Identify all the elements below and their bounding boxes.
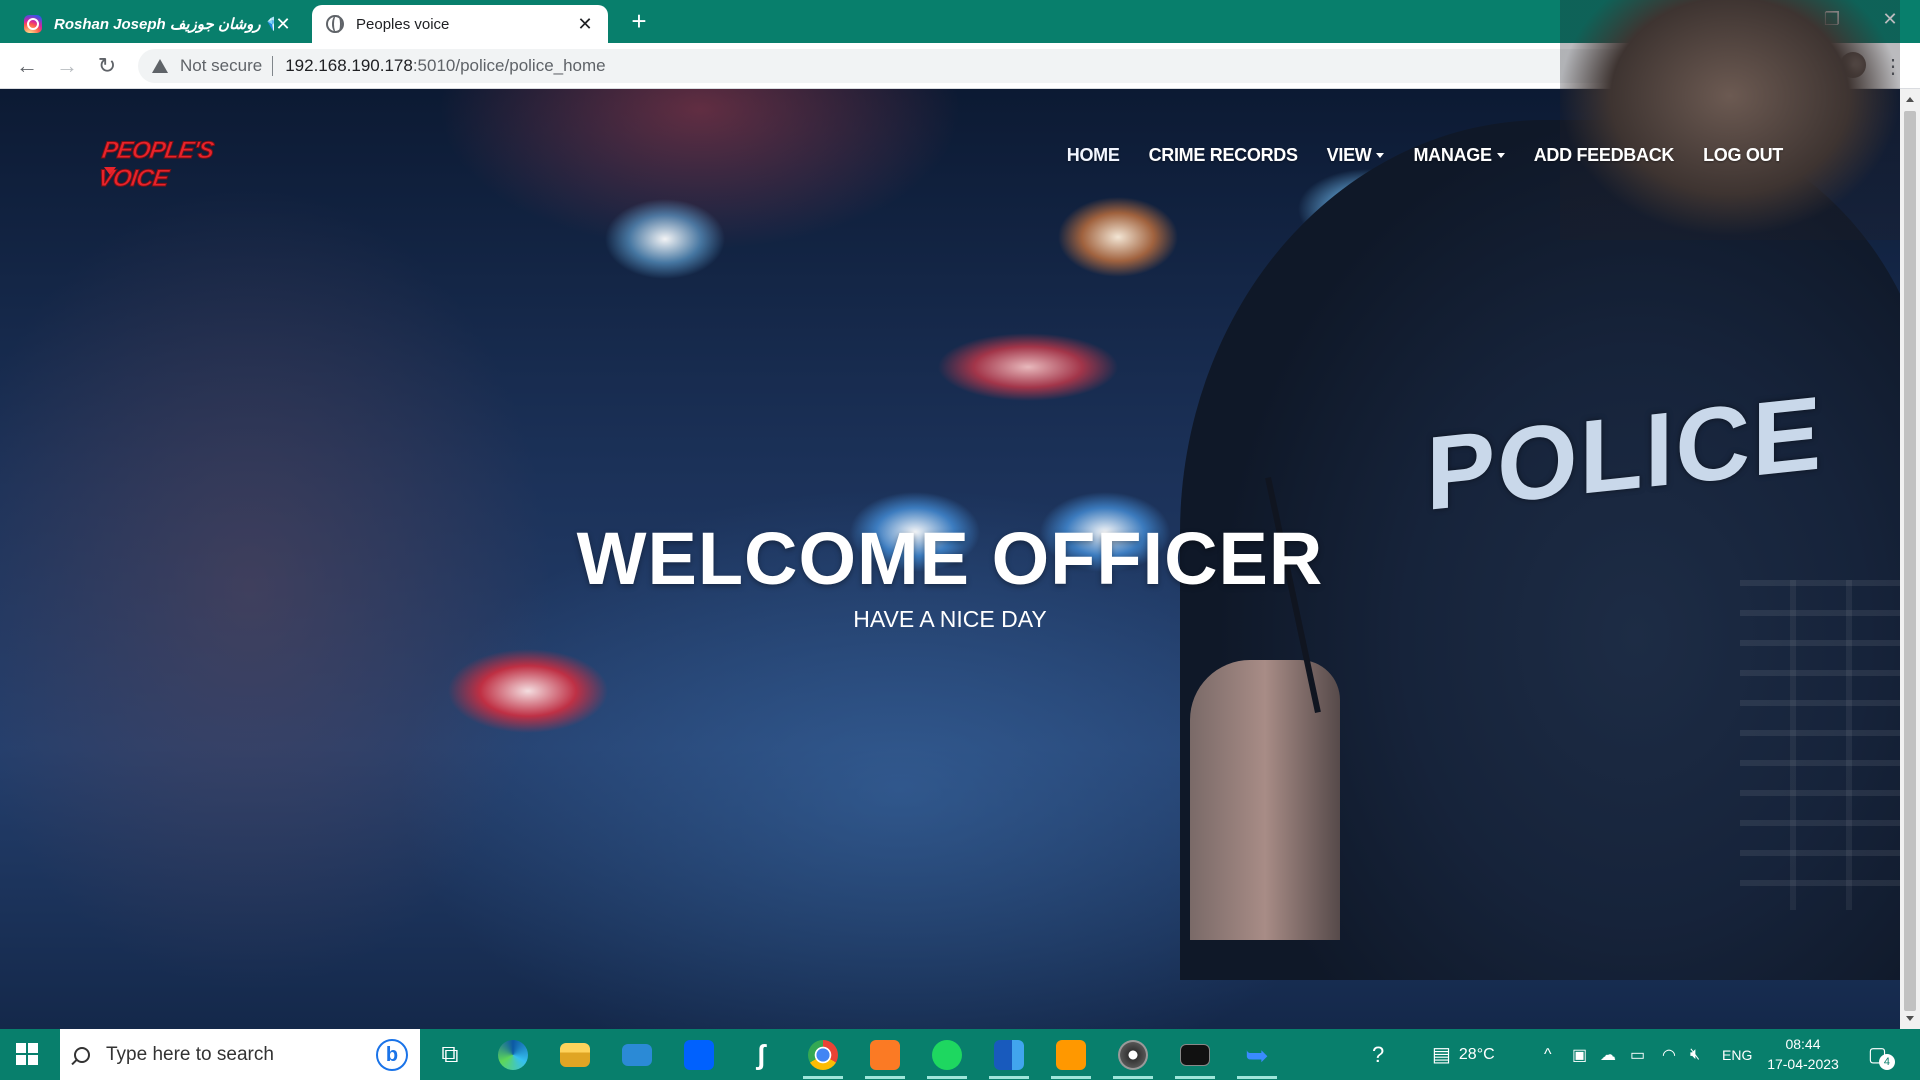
onedrive-icon[interactable]: ☁: [1600, 1029, 1616, 1080]
close-tab-icon[interactable]: ✕: [274, 14, 292, 35]
meet-now-icon[interactable]: ▣: [1572, 1029, 1587, 1080]
nav-view-dropdown[interactable]: VIEW: [1327, 145, 1385, 166]
active-app-indicator: [865, 1076, 905, 1079]
terminal-icon[interactable]: [1175, 1035, 1215, 1075]
active-app-indicator: [1113, 1076, 1153, 1079]
nav-log-out[interactable]: LOG OUT: [1703, 145, 1783, 166]
clock-date: 17-04-2023: [1767, 1056, 1839, 1072]
active-app-indicator: [927, 1076, 967, 1079]
windows-start-icon[interactable]: [16, 1043, 38, 1065]
tab-title: Roshan Joseph روشان جوزيف 💎: [54, 16, 274, 33]
battery-icon[interactable]: ▭: [1630, 1029, 1645, 1080]
officer-head: [1560, 0, 1900, 240]
sublime-icon[interactable]: [1051, 1035, 1091, 1075]
back-button[interactable]: ←: [12, 51, 42, 81]
close-tab-icon[interactable]: ✕: [576, 14, 594, 35]
instagram-icon: [24, 15, 42, 33]
url-host: 192.168.190.178: [285, 56, 413, 75]
media-icon[interactable]: [1113, 1035, 1153, 1075]
nav-label: VIEW: [1326, 145, 1372, 165]
app-icon[interactable]: ʃ: [741, 1035, 781, 1075]
search-icon: [74, 1046, 90, 1063]
site-logo[interactable]: PEOPLE'S VOICE: [96, 137, 242, 193]
taskbar-search[interactable]: Type here to search b: [60, 1029, 420, 1080]
clock-time: 08:44: [1785, 1036, 1821, 1052]
scroll-down-icon[interactable]: [1906, 1016, 1914, 1021]
show-hidden-icons[interactable]: ^: [1544, 1029, 1552, 1080]
task-view-icon[interactable]: ⧉: [430, 1035, 470, 1075]
scrollbar-thumb[interactable]: [1904, 111, 1916, 1011]
caret-down-icon: [1496, 153, 1505, 158]
forward-button[interactable]: →: [52, 51, 82, 81]
nav-label: HOME: [1066, 145, 1120, 165]
active-app-indicator: [803, 1076, 843, 1079]
logo-bubble-tail: [104, 167, 116, 175]
weather-temp: 28°C: [1458, 1045, 1495, 1063]
nav-label: ADD FEEDBACK: [1533, 145, 1675, 165]
search-placeholder: Type here to search: [106, 1043, 274, 1065]
app-arrow-icon[interactable]: ➥: [1237, 1035, 1277, 1075]
chrome-icon[interactable]: [803, 1035, 843, 1075]
active-app-indicator: [1237, 1076, 1277, 1079]
nav-crime-records[interactable]: CRIME RECORDS: [1149, 145, 1298, 166]
notification-count: 4: [1878, 1053, 1895, 1070]
tab-instagram[interactable]: Roshan Joseph روشان جوزيف 💎 ✕: [10, 5, 306, 43]
wifi-icon[interactable]: ◠: [1662, 1029, 1676, 1080]
notification-center[interactable]: ▢ 4: [1868, 1029, 1895, 1080]
hero-title: WELCOME OFFICER: [576, 517, 1324, 600]
xampp-icon[interactable]: [865, 1035, 905, 1075]
logo-text: PEOPLE'S VOICE: [96, 137, 216, 193]
nav-add-feedback[interactable]: ADD FEEDBACK: [1533, 145, 1675, 166]
edge-icon[interactable]: [493, 1035, 533, 1075]
nav-label: MANAGE: [1413, 145, 1492, 165]
active-app-indicator: [1175, 1076, 1215, 1079]
page-scrollbar[interactable]: [1900, 89, 1920, 1029]
nav-home[interactable]: HOME: [1067, 145, 1120, 166]
active-app-indicator: [989, 1076, 1029, 1079]
main-nav: HOME CRIME RECORDS VIEW MANAGE ADD FEEDB…: [1038, 145, 1784, 166]
nav-label: CRIME RECORDS: [1148, 145, 1298, 165]
news-icon: ▤: [1432, 1044, 1451, 1066]
hero-subtitle: HAVE A NICE DAY: [853, 606, 1047, 632]
security-label[interactable]: Not secure: [180, 56, 262, 76]
tab-title: Peoples voice: [356, 15, 450, 33]
volume-muted-icon[interactable]: 🔇︎: [1690, 1029, 1700, 1080]
address-bar[interactable]: Not secure 192.168.190.178:5010/police/p…: [138, 49, 1766, 83]
divider: [272, 56, 274, 76]
caret-down-icon: [1376, 153, 1385, 158]
reload-button[interactable]: ↻: [92, 51, 122, 81]
globe-icon: [326, 15, 344, 33]
new-tab-button[interactable]: +: [624, 6, 654, 37]
weather-widget[interactable]: ▤ 28°C: [1432, 1029, 1495, 1080]
scroll-up-icon[interactable]: [1906, 97, 1914, 102]
word-icon[interactable]: [989, 1035, 1029, 1075]
url-path: :5010/police/police_home: [412, 56, 606, 75]
tab-peoples-voice[interactable]: Peoples voice ✕: [312, 5, 608, 43]
language-indicator[interactable]: ENG: [1722, 1029, 1752, 1080]
nav-manage-dropdown[interactable]: MANAGE: [1413, 145, 1505, 166]
spotify-icon[interactable]: [927, 1035, 967, 1075]
bing-icon[interactable]: b: [376, 1039, 408, 1071]
active-app-indicator: [1051, 1076, 1091, 1079]
file-explorer-icon[interactable]: [555, 1035, 595, 1075]
dropbox-icon[interactable]: [679, 1035, 719, 1075]
help-icon[interactable]: ?: [1372, 1029, 1384, 1080]
mail-icon[interactable]: [617, 1035, 657, 1075]
system-clock[interactable]: 08:44 17-04-2023: [1763, 1034, 1843, 1074]
warning-icon[interactable]: [152, 59, 168, 73]
nav-label: LOG OUT: [1703, 145, 1783, 165]
